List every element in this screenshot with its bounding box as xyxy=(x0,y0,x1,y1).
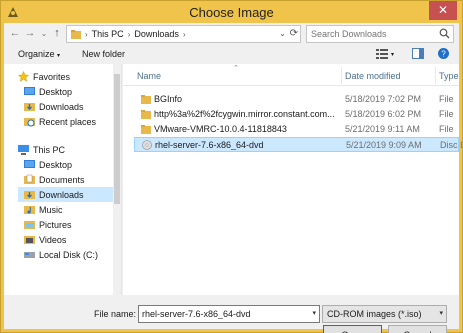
drive-icon xyxy=(24,252,35,258)
disc-image-icon xyxy=(142,140,152,150)
file-type: File xyxy=(439,109,454,119)
cancel-button[interactable]: Cancel xyxy=(388,325,447,333)
svg-text:?: ? xyxy=(441,50,446,59)
file-type: File xyxy=(439,124,454,134)
file-date: 5/18/2019 7:02 PM xyxy=(345,94,422,104)
column-name[interactable]: Name xyxy=(137,71,161,81)
file-name: rhel-server-7.6-x86_64-dvd xyxy=(155,140,264,150)
desktop-icon xyxy=(24,87,35,95)
nav-label: Desktop xyxy=(39,86,73,97)
nav-label: Downloads xyxy=(39,189,84,200)
file-date: 5/18/2019 6:02 PM xyxy=(345,109,422,119)
nav-label: Downloads xyxy=(39,101,84,112)
file-name: VMware-VMRC-10.0.4-11818843 xyxy=(154,124,287,134)
preview-pane-icon[interactable] xyxy=(412,48,424,59)
sort-ascending-icon: ⌃ xyxy=(233,65,239,72)
scrollbar-thumb[interactable] xyxy=(114,74,120,204)
desktop-icon xyxy=(24,160,35,168)
nav-label: Recent places xyxy=(39,116,97,127)
up-button[interactable]: ↑ xyxy=(50,27,64,39)
window-title: Choose Image xyxy=(189,5,274,20)
dialog-window: Choose Image ✕ ← → ⌄ ↑ › This PC › Downl… xyxy=(0,0,463,333)
file-name-combobox[interactable]: ▾ xyxy=(138,305,320,323)
dialog-footer: File name: ▾ CD-ROM images (*.iso) ▾ xyxy=(4,295,459,329)
this-pc-icon xyxy=(71,29,81,39)
pictures-icon xyxy=(24,221,35,229)
nav-scrollbar[interactable] xyxy=(113,64,121,295)
back-button[interactable]: ← xyxy=(8,27,22,39)
search-input[interactable] xyxy=(307,26,432,42)
documents-icon xyxy=(24,174,35,184)
column-type[interactable]: Type xyxy=(439,71,459,81)
nav-label: Local Disk (C:) xyxy=(39,249,99,260)
column-divider[interactable] xyxy=(435,67,436,84)
nav-label: Music xyxy=(39,204,63,215)
folder-icon xyxy=(141,125,151,134)
forward-button[interactable]: → xyxy=(23,27,37,39)
close-button[interactable]: ✕ xyxy=(429,1,457,20)
nav-label: Desktop xyxy=(39,159,73,170)
organize-button[interactable]: Organize ▾ xyxy=(18,49,60,59)
nav-label: Pictures xyxy=(39,219,72,230)
column-divider[interactable] xyxy=(341,67,342,84)
file-date: 5/21/2019 9:11 AM xyxy=(345,124,420,134)
address-dropdown-icon[interactable]: ⌄ xyxy=(279,29,286,38)
nav-label: This PC xyxy=(33,144,66,155)
file-row[interactable]: BGInfo 5/18/2019 7:02 PM File xyxy=(134,92,459,107)
file-name: BGInfo xyxy=(154,94,183,104)
breadcrumb-downloads[interactable]: Downloads xyxy=(134,29,179,39)
organize-label: Organize xyxy=(18,49,55,59)
videos-icon xyxy=(24,236,35,244)
chevron-down-icon[interactable]: ▾ xyxy=(312,309,316,317)
nav-pc-downloads[interactable]: Downloads xyxy=(18,187,116,202)
navigation-bar: ← → ⌄ ↑ › This PC › Downloads › ⌄ ⟳ xyxy=(4,23,459,45)
folder-icon xyxy=(141,95,151,104)
view-options-icon[interactable] xyxy=(376,48,388,59)
recent-places-icon xyxy=(24,118,35,127)
command-bar: Organize ▾ New folder ▾ ? xyxy=(4,45,459,64)
help-icon[interactable]: ? xyxy=(438,48,449,59)
file-name-input[interactable] xyxy=(139,306,304,322)
downloads-folder-icon xyxy=(24,191,35,199)
file-type-filter-value: CD-ROM images (*.iso) xyxy=(327,309,422,319)
title-bar[interactable]: Choose Image ✕ xyxy=(1,1,462,23)
downloads-folder-icon xyxy=(24,103,35,111)
chevron-down-icon: ▾ xyxy=(439,310,443,317)
new-folder-button[interactable]: New folder xyxy=(82,49,125,59)
nav-label: Videos xyxy=(39,234,67,245)
computer-icon xyxy=(18,145,29,155)
search-icon[interactable] xyxy=(439,28,450,39)
column-date-modified[interactable]: Date modified xyxy=(345,71,401,81)
nav-label: Documents xyxy=(39,174,85,185)
search-box[interactable] xyxy=(306,25,454,43)
dialog-body: ← → ⌄ ↑ › This PC › Downloads › ⌄ ⟳ Sear… xyxy=(4,23,463,333)
star-icon xyxy=(18,71,29,82)
breadcrumb-this-pc[interactable]: This PC xyxy=(92,29,124,39)
file-name-label: File name: xyxy=(94,309,137,319)
nav-label: Favorites xyxy=(33,71,71,82)
column-header-row: ⌃ Name Date modified Type xyxy=(123,64,459,86)
open-button[interactable]: Open xyxy=(323,325,382,333)
music-icon xyxy=(24,206,35,214)
file-type-filter[interactable]: CD-ROM images (*.iso) ▾ xyxy=(322,305,447,323)
file-row[interactable]: http%3a%2f%2fcygwin.mirror.constant.com.… xyxy=(134,107,459,122)
view-dropdown-icon[interactable]: ▾ xyxy=(391,51,394,58)
breadcrumb-separator: › xyxy=(182,29,186,39)
file-type: Disc I xyxy=(440,140,463,150)
file-row[interactable]: rhel-server-7.6-x86_64-dvd 5/21/2019 9:0… xyxy=(134,137,463,152)
navigation-pane: Favorites Desktop Downloads Recent place… xyxy=(4,64,122,295)
address-bar[interactable]: › This PC › Downloads › ⌄ ⟳ xyxy=(66,25,301,43)
file-type: File xyxy=(439,94,454,104)
chevron-down-icon: ▾ xyxy=(57,53,61,59)
refresh-icon[interactable]: ⟳ xyxy=(290,28,298,39)
breadcrumb-separator: › xyxy=(85,29,88,39)
file-name: http%3a%2f%2fcygwin.mirror.constant.com.… xyxy=(154,109,334,119)
file-row[interactable]: VMware-VMRC-10.0.4-11818843 5/21/2019 9:… xyxy=(134,122,459,137)
breadcrumb-separator: › xyxy=(127,29,131,39)
file-list: ⌃ Name Date modified Type BGInfo 5/18/20… xyxy=(123,64,463,295)
file-date: 5/21/2019 9:09 AM xyxy=(346,140,422,150)
recent-locations-button[interactable]: ⌄ xyxy=(37,29,51,38)
folder-icon xyxy=(141,110,151,119)
